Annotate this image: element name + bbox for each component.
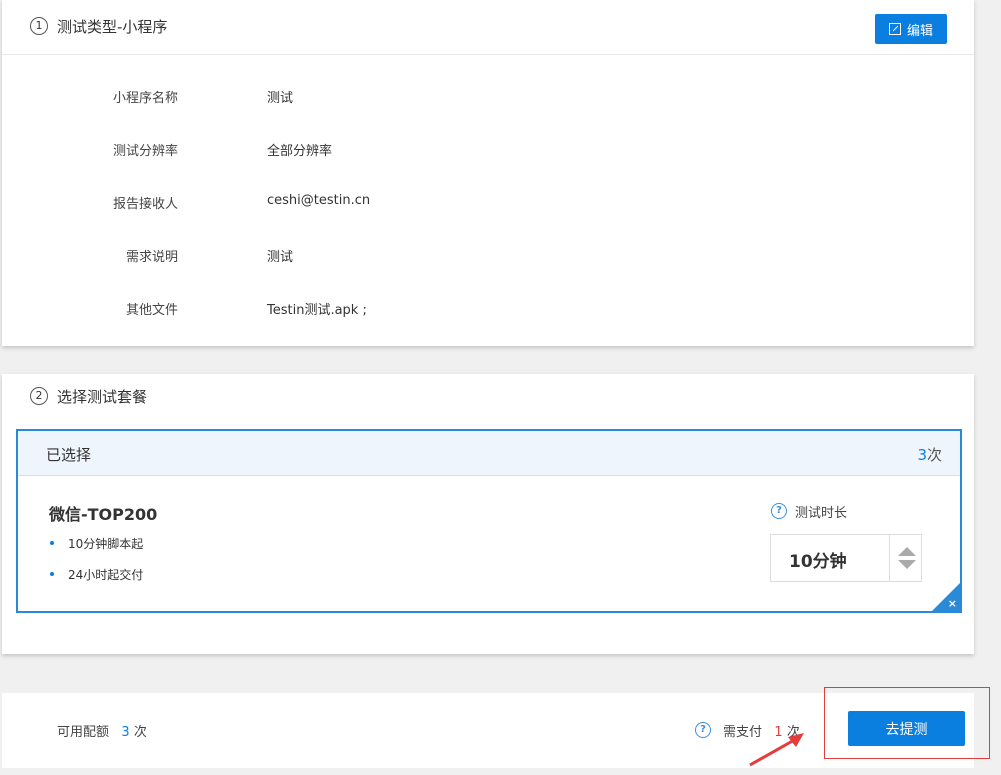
package-feature: 24小时起交付	[49, 568, 144, 582]
test-type-card: 1 测试类型-小程序 编辑 小程序名称 测试 测试分辨率 全部分辨率 报告接收人…	[2, 0, 974, 346]
quota-unit: 次	[133, 725, 147, 740]
test-type-title: 测试类型-小程序	[57, 18, 168, 36]
duration-label: 测试时长	[795, 506, 848, 521]
package-feature: 10分钟脚本起	[49, 537, 144, 551]
duration-stepper[interactable]: 10分钟	[770, 534, 922, 582]
info-value: Testin测试.apk ;	[267, 303, 367, 318]
package-card: 2 选择测试套餐 已选择 3次 微信-TOP200 10分钟脚本起 24小时起交…	[2, 374, 974, 654]
step-number-1: 1	[30, 17, 48, 35]
package-name: 微信-TOP200	[49, 505, 158, 524]
info-label: 其他文件	[125, 303, 178, 318]
increase-icon[interactable]	[898, 547, 916, 556]
test-type-header: 1 测试类型-小程序 编辑	[2, 0, 974, 55]
info-row-files: 其他文件 Testin测试.apk ;	[2, 299, 974, 319]
package-count: 3次	[917, 444, 942, 465]
duration-arrows[interactable]	[889, 535, 922, 581]
info-label: 测试分辨率	[112, 144, 178, 159]
info-row-recipient: 报告接收人 ceshi@testin.cn	[2, 193, 974, 213]
info-value: ceshi@testin.cn	[267, 193, 371, 208]
info-value: 测试	[267, 250, 294, 265]
duration-value: 10分钟	[789, 552, 847, 572]
quota-info: 可用配额 3 次	[57, 721, 147, 740]
info-label: 需求说明	[125, 250, 178, 265]
info-value: 全部分辨率	[267, 144, 333, 159]
info-label: 小程序名称	[112, 91, 178, 106]
close-icon[interactable]: ×	[948, 597, 957, 610]
package-title: 选择测试套餐	[57, 388, 148, 406]
step-number-2: 2	[30, 387, 48, 405]
package-count-number: 3	[917, 446, 927, 464]
package-header: 2 选择测试套餐	[2, 374, 974, 418]
selected-package[interactable]: 已选择 3次 微信-TOP200 10分钟脚本起 24小时起交付 ? 测试时长 …	[16, 429, 962, 613]
info-row-resolution: 测试分辨率 全部分辨率	[2, 140, 974, 160]
edit-button[interactable]: 编辑	[875, 14, 947, 44]
info-label: 报告接收人	[112, 197, 178, 212]
quota-number: 3	[121, 725, 130, 740]
decrease-icon[interactable]	[898, 560, 916, 569]
annotation-arrow-icon	[749, 733, 804, 767]
info-row-description: 需求说明 测试	[2, 246, 974, 266]
quota-label: 可用配额	[57, 725, 110, 740]
highlight-box	[824, 687, 990, 759]
help-icon[interactable]: ?	[771, 503, 787, 519]
edit-icon	[888, 23, 901, 35]
selected-package-header: 已选择 3次	[18, 431, 960, 476]
selected-label: 已选择	[46, 446, 92, 464]
help-icon[interactable]: ?	[695, 722, 711, 738]
package-count-unit: 次	[926, 446, 942, 464]
info-value: 测试	[267, 91, 294, 106]
edit-button-label: 编辑	[906, 23, 933, 39]
info-row-name: 小程序名称 测试	[2, 87, 974, 107]
